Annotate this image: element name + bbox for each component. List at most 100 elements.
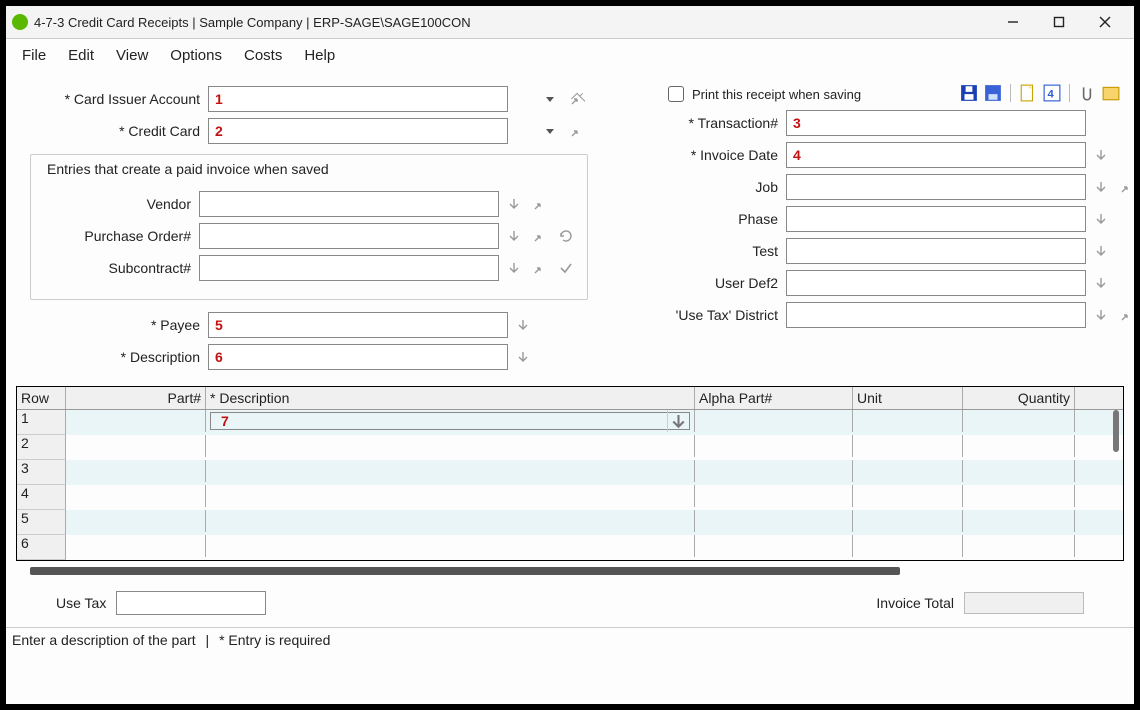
list-icon[interactable]: 4 (1043, 84, 1061, 102)
usetax-district-label: 'Use Tax' District (658, 307, 778, 323)
close-button[interactable] (1088, 10, 1122, 34)
status-bar: Enter a description of the part | * Entr… (6, 627, 1134, 650)
toolbar-separator (1069, 84, 1070, 102)
use-tax-input[interactable] (116, 591, 266, 615)
po-label: Purchase Order# (41, 228, 191, 244)
down-arrow-icon[interactable] (1090, 272, 1112, 294)
col-header-unit[interactable]: Unit (853, 387, 963, 409)
test-label: Test (658, 243, 778, 259)
vendor-input[interactable] (199, 191, 499, 217)
new-doc-icon[interactable] (1019, 84, 1037, 102)
down-arrow-icon[interactable] (503, 257, 525, 279)
invoice-total-label: Invoice Total (876, 595, 954, 611)
row-number: 1 (17, 410, 66, 435)
toolbar: 4 (960, 84, 1120, 102)
card-issuer-select[interactable] (208, 86, 508, 112)
table-row[interactable]: 2 (17, 435, 1123, 460)
down-arrow-icon[interactable] (1090, 176, 1112, 198)
status-required: * Entry is required (219, 632, 330, 648)
down-arrow-icon[interactable] (1090, 208, 1112, 230)
grid-hscroll[interactable] (30, 567, 900, 575)
usetax-district-input[interactable] (786, 302, 1086, 328)
table-row[interactable]: 3 (17, 460, 1123, 485)
down-arrow-icon[interactable] (1090, 240, 1112, 262)
lookup-icon[interactable] (1116, 304, 1138, 326)
menu-edit[interactable]: Edit (68, 47, 94, 64)
note-icon[interactable] (1102, 84, 1120, 102)
table-row[interactable]: 1 7 (17, 410, 1123, 435)
use-tax-label: Use Tax (56, 595, 106, 611)
credit-card-select[interactable] (208, 118, 508, 144)
col-header-alpha[interactable]: Alpha Part# (695, 387, 853, 409)
menu-view[interactable]: View (116, 47, 148, 64)
check-icon[interactable] (555, 257, 577, 279)
menubar: File Edit View Options Costs Help (6, 39, 1134, 74)
down-arrow-icon[interactable] (1090, 144, 1112, 166)
job-input[interactable] (786, 174, 1086, 200)
status-message: Enter a description of the part (12, 632, 196, 648)
cell-unit[interactable] (853, 410, 963, 432)
description-input[interactable] (208, 344, 508, 370)
refresh-icon[interactable] (555, 225, 577, 247)
maximize-button[interactable] (1042, 10, 1076, 34)
lookup-icon[interactable] (1116, 176, 1138, 198)
fieldset-legend: Entries that create a paid invoice when … (43, 161, 333, 177)
down-arrow-icon[interactable] (512, 346, 534, 368)
subcontract-input[interactable] (199, 255, 499, 281)
payee-label: * Payee (30, 317, 200, 333)
save-alt-icon[interactable] (984, 84, 1002, 102)
cell-qty[interactable] (963, 410, 1075, 432)
table-row[interactable]: 6 (17, 535, 1123, 560)
phase-input[interactable] (786, 206, 1086, 232)
app-icon (12, 14, 28, 30)
po-input[interactable] (199, 223, 499, 249)
row-number: 2 (17, 435, 66, 460)
lookup-icon[interactable] (566, 120, 588, 142)
invoice-date-input[interactable] (786, 142, 1086, 168)
row-number: 4 (17, 485, 66, 510)
col-header-desc[interactable]: * Description (206, 387, 695, 409)
invoice-date-label: * Invoice Date (658, 147, 778, 163)
grid-vscroll[interactable] (1113, 410, 1119, 452)
row-number: 5 (17, 510, 66, 535)
table-row[interactable]: 5 (17, 510, 1123, 535)
line-items-grid[interactable]: Row Part# * Description Alpha Part# Unit… (16, 386, 1124, 561)
col-header-part[interactable]: Part# (66, 387, 206, 409)
transaction-input[interactable] (786, 110, 1086, 136)
print-receipt-checkbox[interactable] (668, 86, 684, 102)
lookup-icon[interactable] (529, 257, 551, 279)
menu-options[interactable]: Options (170, 47, 222, 64)
menu-file[interactable]: File (22, 47, 46, 64)
vendor-label: Vendor (41, 196, 191, 212)
down-arrow-icon[interactable] (503, 193, 525, 215)
transaction-label: * Transaction# (658, 115, 778, 131)
save-icon[interactable] (960, 84, 978, 102)
lookup-icon[interactable] (529, 193, 551, 215)
job-label: Job (658, 179, 778, 195)
menu-costs[interactable]: Costs (244, 47, 282, 64)
window-title: 4-7-3 Credit Card Receipts | Sample Comp… (34, 15, 471, 30)
dropdown-icon[interactable] (667, 410, 689, 432)
print-receipt-label: Print this receipt when saving (692, 87, 861, 102)
cell-part[interactable] (66, 410, 206, 432)
subcontract-label: Subcontract# (41, 260, 191, 276)
userdef2-input[interactable] (786, 270, 1086, 296)
lookup-icon[interactable] (529, 225, 551, 247)
menu-help[interactable]: Help (304, 47, 335, 64)
cell-description[interactable]: 7 (206, 410, 695, 432)
payee-input[interactable] (208, 312, 508, 338)
down-arrow-icon[interactable] (1090, 304, 1112, 326)
down-arrow-icon[interactable] (512, 314, 534, 336)
test-input[interactable] (786, 238, 1086, 264)
minimize-button[interactable] (996, 10, 1030, 34)
table-row[interactable]: 4 (17, 485, 1123, 510)
userdef2-label: User Def2 (658, 275, 778, 291)
down-arrow-icon[interactable] (503, 225, 525, 247)
row-number: 6 (17, 535, 66, 560)
col-header-row[interactable]: Row (17, 387, 66, 409)
col-header-qty[interactable]: Quantity (963, 387, 1075, 409)
toolbar-separator (1010, 84, 1011, 102)
lookup-icon[interactable] (566, 88, 588, 110)
cell-alpha[interactable] (695, 410, 853, 432)
attach-icon[interactable] (1078, 84, 1096, 102)
